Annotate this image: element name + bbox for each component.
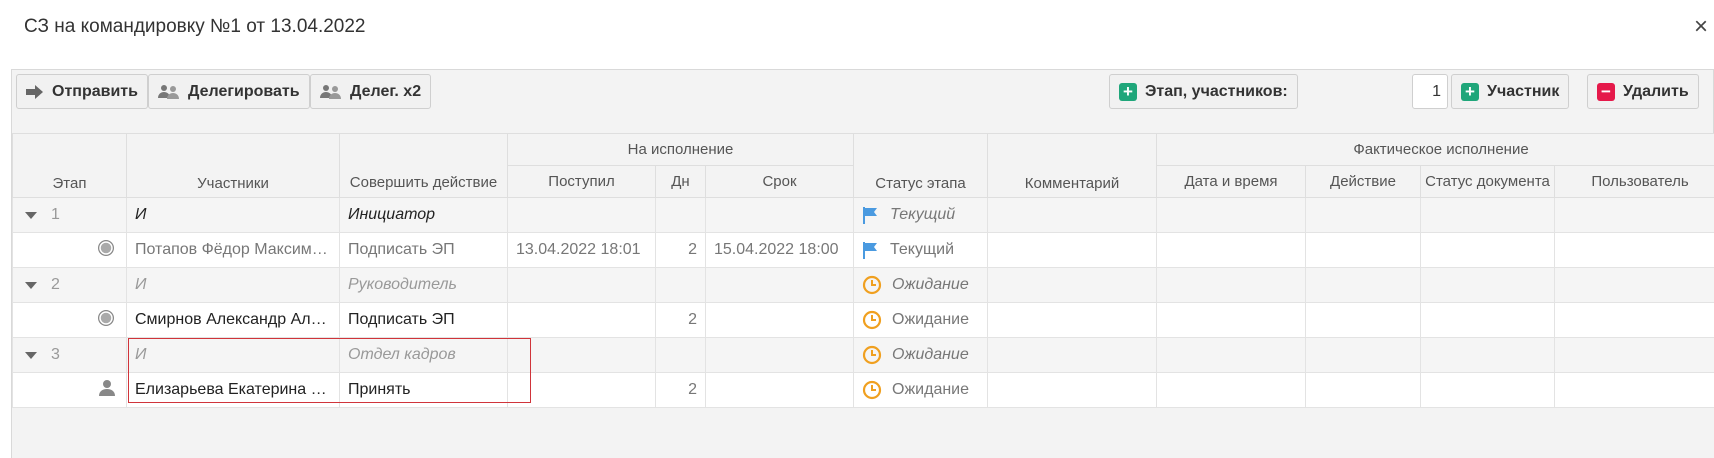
participants-count-input[interactable]: [1412, 74, 1448, 109]
col-days[interactable]: Дн: [655, 165, 706, 198]
participant-name: Потапов Фёдор Максимович: [126, 232, 340, 268]
participant-action: Принять: [339, 372, 508, 408]
clock-icon: [862, 275, 882, 295]
stage-row[interactable]: 2 И Руководитель Ожидание: [12, 267, 1714, 303]
delegate-x2-button[interactable]: Делег. x2: [310, 74, 432, 109]
delete-label: Удалить: [1623, 82, 1689, 100]
col-comment[interactable]: Комментарий: [987, 133, 1158, 198]
close-icon[interactable]: ×: [1694, 13, 1708, 41]
stage-status: Ожидание: [892, 346, 969, 363]
arrow-right-icon: [26, 84, 44, 99]
gear-icon: [96, 239, 116, 262]
participant-row[interactable]: Елизарьева Екатерина Андреевна Принять 2…: [12, 372, 1714, 408]
col-received[interactable]: Поступил: [507, 165, 656, 198]
stage-row[interactable]: 3 И Отдел кадров Ожидание: [12, 337, 1714, 373]
participant-row[interactable]: Смирнов Александр Алексеевич Подписать Э…: [12, 302, 1714, 338]
send-label: Отправить: [52, 82, 138, 100]
col-doc-status[interactable]: Статус документа: [1420, 165, 1556, 198]
participant-row[interactable]: Потапов Фёдор Максимович Подписать ЭП 13…: [12, 232, 1714, 268]
stage-role: Руководитель: [339, 267, 508, 303]
stage-number: 3: [51, 346, 60, 363]
toolbar: Отправить Делегировать Делег. x2 + Этап,…: [12, 70, 1713, 133]
delegate-icon: [320, 84, 342, 100]
col-stage-status[interactable]: Статус этапа: [853, 133, 989, 198]
delegate-button[interactable]: Делегировать: [148, 74, 310, 109]
col-participants[interactable]: Участники: [126, 133, 340, 198]
collapse-caret-icon[interactable]: [25, 351, 37, 359]
stage-role: Инициатор: [339, 197, 508, 233]
route-panel: Отправить Делегировать Делег. x2 + Этап,…: [11, 69, 1714, 458]
participant-action: Подписать ЭП: [339, 302, 508, 338]
user-icon: [98, 379, 116, 401]
delete-button[interactable]: − Удалить: [1587, 74, 1699, 109]
col-act[interactable]: Действие: [1305, 165, 1422, 198]
flag-icon: [862, 241, 880, 259]
stage-mode: И: [126, 337, 340, 373]
delegate-x2-label: Делег. x2: [350, 82, 422, 100]
stage-number: 1: [51, 206, 60, 223]
clock-icon: [862, 345, 882, 365]
delegate-label: Делегировать: [188, 82, 300, 100]
days-count: 2: [655, 372, 706, 408]
send-button[interactable]: Отправить: [16, 74, 148, 109]
col-action[interactable]: Совершить действие: [339, 133, 508, 198]
stage-role: Отдел кадров: [339, 337, 508, 373]
collapse-caret-icon[interactable]: [25, 281, 37, 289]
stage-status: Ожидание: [892, 311, 970, 328]
col-datetime[interactable]: Дата и время: [1156, 165, 1307, 198]
plus-icon: +: [1119, 82, 1137, 101]
received-date: 13.04.2022 18:01: [507, 232, 656, 268]
received-date: [507, 372, 656, 408]
add-stage-button[interactable]: + Этап, участников:: [1109, 74, 1298, 109]
participant-action: Подписать ЭП: [339, 232, 508, 268]
add-stage-label: Этап, участников:: [1145, 82, 1288, 100]
clock-icon: [862, 310, 882, 330]
grid-empty-area: [12, 408, 1714, 458]
route-grid: Этап Участники Совершить действие На исп…: [12, 133, 1714, 458]
stage-mode: И: [126, 267, 340, 303]
days-count: 2: [655, 232, 706, 268]
col-user[interactable]: Пользователь: [1554, 165, 1714, 198]
minus-icon: −: [1597, 82, 1615, 101]
days-count: 2: [655, 302, 706, 338]
stage-status: Текущий: [890, 241, 955, 258]
stage-row[interactable]: 1 И Инициатор Текущий: [12, 197, 1714, 233]
col-group-in-work: На исполнение: [506, 133, 855, 166]
col-group-actual: Фактическое исполнение: [1156, 133, 1714, 166]
participant-name: Елизарьева Екатерина Андреевна: [126, 372, 340, 408]
flag-icon: [862, 206, 880, 224]
clock-icon: [862, 380, 882, 400]
plus-icon: +: [1461, 82, 1479, 101]
deadline-date: [704, 302, 855, 338]
add-participant-label: Участник: [1487, 82, 1560, 100]
deadline-date: [704, 372, 855, 408]
deadline-date: 15.04.2022 18:00: [704, 232, 855, 268]
collapse-caret-icon[interactable]: [25, 211, 37, 219]
gear-icon: [96, 309, 116, 332]
add-participant-button[interactable]: + Участник: [1451, 74, 1570, 109]
received-date: [507, 302, 656, 338]
dialog-title: СЗ на командировку №1 от 13.04.2022: [24, 16, 366, 37]
stage-number: 2: [51, 276, 60, 293]
col-stage[interactable]: Этап: [12, 133, 127, 198]
stage-status: Ожидание: [892, 276, 969, 293]
stage-status: Текущий: [890, 206, 956, 223]
delegate-icon: [158, 84, 180, 100]
col-deadline[interactable]: Срок: [704, 165, 855, 198]
route-table: Этап Участники Совершить действие На исп…: [12, 133, 1714, 408]
participant-name: Смирнов Александр Алексеевич: [126, 302, 340, 338]
stage-status: Ожидание: [892, 381, 970, 398]
stage-mode: И: [126, 197, 340, 233]
